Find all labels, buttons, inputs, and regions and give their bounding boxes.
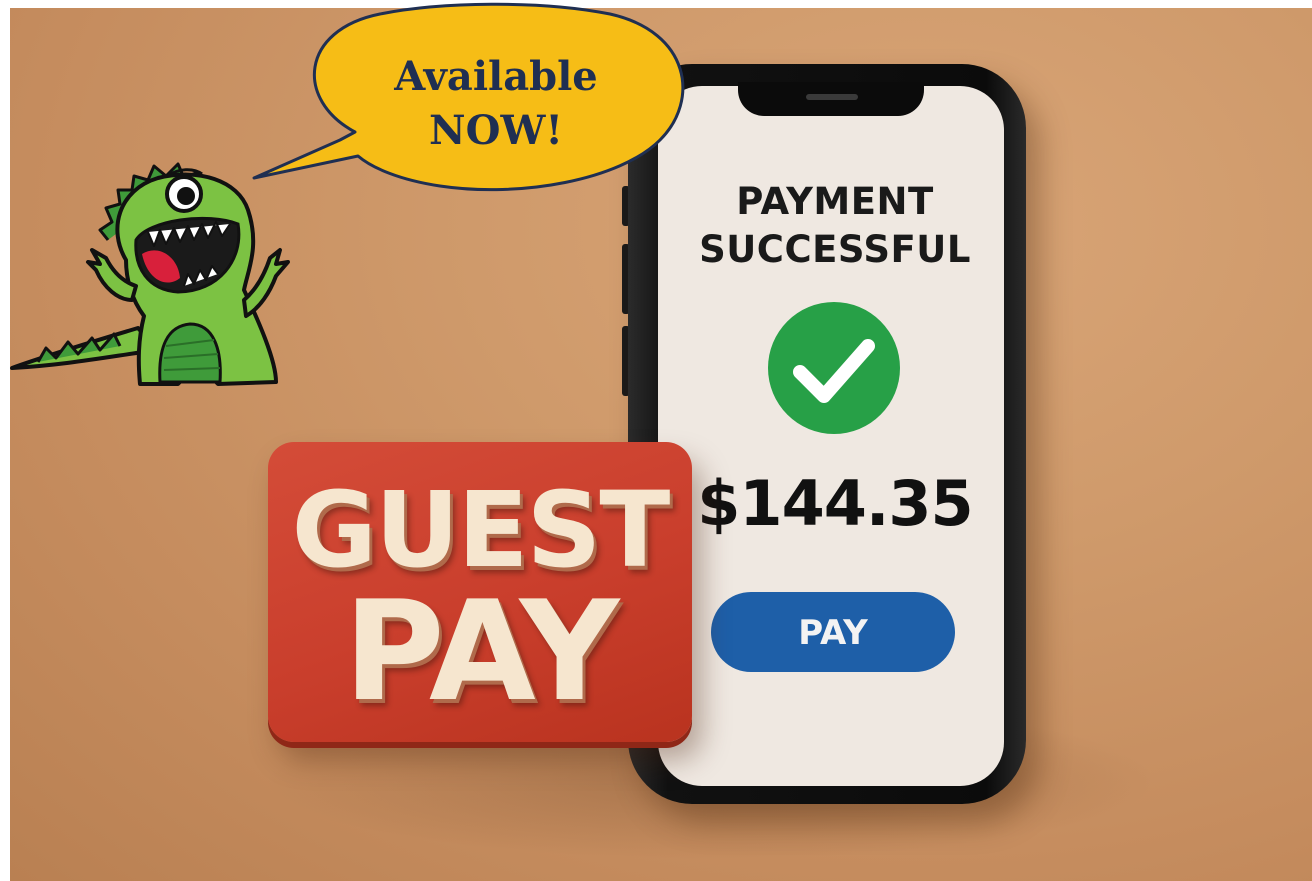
payment-status-line1: PAYMENT <box>736 180 934 223</box>
checkmark-icon <box>793 339 875 403</box>
speech-bubble-line1: Available <box>394 53 598 100</box>
dinosaur-mascot-icon <box>10 162 290 386</box>
speech-bubble-line2: NOW! <box>429 107 563 154</box>
speech-bubble-text: Available NOW! <box>336 50 656 158</box>
payment-status-line2: SUCCESSFUL <box>699 228 971 271</box>
pay-button[interactable]: PAY <box>711 592 955 672</box>
promo-image: PAYMENT SUCCESSFUL $144.35 PAY GUEST PAY… <box>0 0 1312 881</box>
guest-pay-sign-line2: PAY <box>343 571 620 732</box>
phone-speaker <box>806 94 858 100</box>
success-checkmark-icon <box>768 302 900 434</box>
payment-status: PAYMENT SUCCESSFUL <box>690 178 980 274</box>
payment-amount: $144.35 <box>697 467 973 540</box>
